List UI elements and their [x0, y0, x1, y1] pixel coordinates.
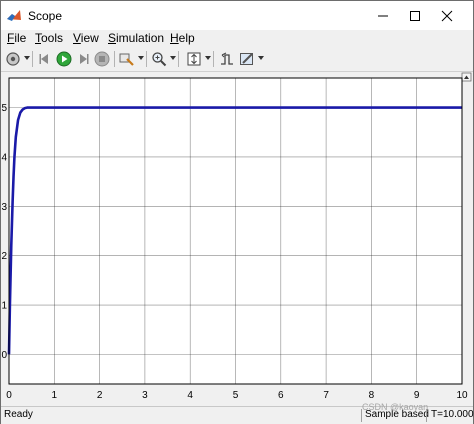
menu-tools-label: ools [41, 31, 64, 45]
toolbar-separator [114, 51, 115, 67]
y-tick-label: 4 [1, 152, 7, 163]
menu-file-label: ile [14, 31, 27, 45]
step-back-button[interactable] [36, 50, 54, 68]
y-tick-label: 0 [1, 350, 7, 361]
x-tick-label: 7 [323, 390, 329, 401]
x-tick-label: 8 [369, 390, 375, 401]
minimize-button[interactable] [365, 1, 401, 30]
step-forward-button[interactable] [74, 50, 92, 68]
toolbar-separator [32, 51, 33, 67]
settings-icon [6, 52, 20, 66]
menu-file[interactable]: File [7, 31, 26, 45]
fit-to-view-icon [187, 52, 201, 66]
trigger-icon [221, 52, 233, 65]
y-tick-label: 1 [1, 301, 7, 312]
highlight-icon [119, 53, 134, 66]
zoom-in-icon [152, 52, 167, 67]
step-forward-icon [80, 54, 89, 64]
x-tick-label: 9 [414, 390, 420, 401]
x-tick-label: 0 [6, 390, 12, 401]
toolbar-separator [146, 51, 147, 67]
highlight-dropdown-arrow[interactable] [138, 56, 144, 60]
status-state: Ready [4, 409, 33, 420]
style-button[interactable] [238, 50, 256, 68]
menu-help-label: elp [178, 31, 195, 45]
plot-panel: 0 1 2 3 4 5 6 7 8 9 10 0 1 2 3 4 5 [1, 72, 473, 406]
menu-tools[interactable]: Tools [35, 31, 63, 45]
minimize-icon [378, 15, 388, 16]
highlight-button[interactable] [118, 50, 136, 68]
title-bar: Scope [1, 1, 473, 30]
x-tick-label: 1 [52, 390, 58, 401]
menu-simulation-label: imulation [116, 31, 165, 45]
menu-simulation-mnemonic: S [108, 31, 117, 45]
x-tick-label: 2 [97, 390, 103, 401]
stop-icon [94, 51, 110, 67]
settings-dropdown-arrow[interactable] [24, 56, 30, 60]
watermark: CSDN @kaoyan [362, 402, 429, 412]
trigger-button[interactable] [218, 50, 236, 68]
y-tick-label: 3 [1, 202, 7, 213]
style-icon [240, 53, 253, 65]
zoom-in-button[interactable] [150, 50, 168, 68]
menu-help-mnemonic: H [170, 31, 179, 45]
zoom-dropdown-arrow[interactable] [170, 56, 176, 60]
menu-help[interactable]: Help [170, 31, 195, 45]
toolbar [1, 47, 473, 72]
x-tick-label: 3 [142, 390, 148, 401]
fit-dropdown-arrow[interactable] [205, 56, 211, 60]
close-button[interactable] [429, 1, 465, 30]
fit-to-view-button[interactable] [185, 50, 203, 68]
run-button[interactable] [55, 50, 73, 68]
y-tick-label: 5 [1, 103, 7, 114]
menu-simulation[interactable]: Simulation [108, 31, 164, 45]
menu-view-label: iew [80, 31, 99, 45]
stop-button[interactable] [93, 50, 111, 68]
run-icon [56, 51, 72, 67]
y-tick-label: 2 [1, 251, 7, 262]
maximize-button[interactable] [397, 1, 433, 30]
menu-view-mnemonic: V [73, 31, 81, 45]
x-tick-label: 4 [187, 390, 193, 401]
menu-view[interactable]: View [73, 31, 99, 45]
status-time: T=10.000 [431, 409, 474, 420]
x-tick-label: 6 [278, 390, 284, 401]
matlab-logo-icon [7, 10, 21, 21]
toolbar-separator [213, 51, 214, 67]
toolbar-separator [178, 51, 179, 67]
x-tick-label: 5 [233, 390, 239, 401]
x-tick-label: 10 [456, 390, 468, 401]
window-title: Scope [28, 9, 63, 23]
step-back-icon [39, 54, 48, 64]
scope-window: Scope File Tools View Simulation Help 0 … [0, 0, 474, 424]
close-icon [441, 10, 453, 21]
scope-plot[interactable]: 0 1 2 3 4 5 6 7 8 9 10 0 1 2 3 4 5 [1, 72, 473, 406]
menu-bar: File Tools View Simulation Help [1, 30, 473, 47]
settings-button[interactable] [4, 50, 22, 68]
axes: 0 1 2 3 4 5 6 7 8 9 10 0 1 2 3 4 5 [1, 77, 468, 401]
maximize-icon [410, 10, 420, 21]
style-dropdown-arrow[interactable] [258, 56, 264, 60]
